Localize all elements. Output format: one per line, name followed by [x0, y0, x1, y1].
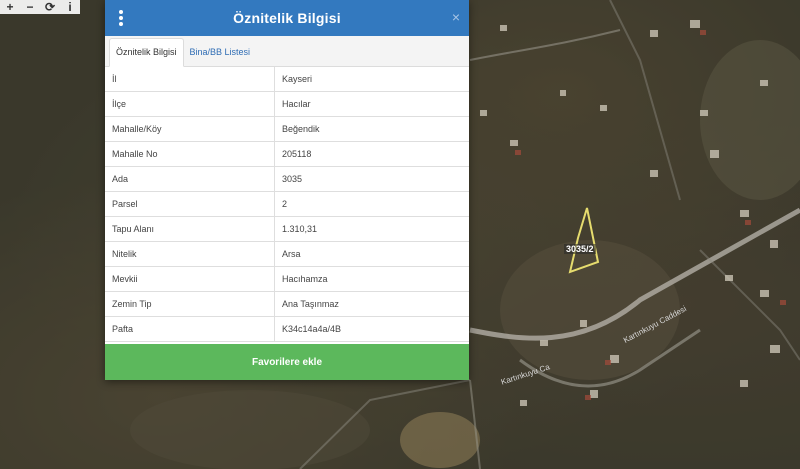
tab-building-list[interactable]: Bina/BB Listesi: [184, 39, 257, 66]
close-icon[interactable]: ×: [452, 9, 460, 25]
row-value: Ana Taşınmaz: [274, 291, 469, 317]
table-row: Ada 3035: [105, 166, 469, 192]
row-key: İl: [105, 67, 275, 92]
map-toolbar: + − ⟳ i: [0, 0, 80, 14]
table-row: İl Kayseri: [105, 67, 469, 92]
row-value: 3035: [274, 166, 469, 192]
row-key: Pafta: [105, 316, 275, 342]
table-row: Nitelik Arsa: [105, 241, 469, 267]
info-icon[interactable]: i: [60, 0, 80, 14]
row-value: Hacılar: [274, 91, 469, 117]
row-key: Mahalle/Köy: [105, 116, 275, 142]
row-key: Tapu Alanı: [105, 216, 275, 242]
table-row: Tapu Alanı 1.310,31: [105, 216, 469, 242]
table-row: Parsel 2: [105, 191, 469, 217]
row-value: Arsa: [274, 241, 469, 267]
parcel-label: 3035/2: [564, 244, 596, 254]
attribute-dialog: Öznitelik Bilgisi × Öznitelik Bilgisi Bi…: [105, 0, 469, 380]
row-value: Hacıhamza: [274, 266, 469, 292]
row-key: Ada: [105, 166, 275, 192]
row-value: K34c14a4a/4B: [274, 316, 469, 342]
tab-attribute-info[interactable]: Öznitelik Bilgisi: [109, 38, 184, 67]
zoom-in-button[interactable]: +: [0, 0, 20, 14]
table-row: Mahalle No 205118: [105, 141, 469, 167]
table-row: Mahalle/Köy Beğendik: [105, 116, 469, 142]
row-value: 205118: [274, 141, 469, 167]
tab-bar: Öznitelik Bilgisi Bina/BB Listesi: [105, 36, 469, 67]
zoom-out-button[interactable]: −: [20, 0, 40, 14]
row-key: Mevkii: [105, 266, 275, 292]
row-key: Zemin Tip: [105, 291, 275, 317]
row-value: Kayseri: [274, 67, 469, 92]
table-row: İlçe Hacılar: [105, 91, 469, 117]
row-value: Beğendik: [274, 116, 469, 142]
table-row: Zemin Tip Ana Taşınmaz: [105, 291, 469, 317]
row-value: 2: [274, 191, 469, 217]
row-value: 1.310,31: [274, 216, 469, 242]
row-key: Nitelik: [105, 241, 275, 267]
table-row: Mevkii Hacıhamza: [105, 266, 469, 292]
row-key: Mahalle No: [105, 141, 275, 167]
table-row: Pafta K34c14a4a/4B: [105, 316, 469, 342]
more-vertical-icon[interactable]: [117, 10, 125, 26]
dialog-title: Öznitelik Bilgisi: [233, 10, 341, 26]
add-to-favorites-button[interactable]: Favorilere ekle: [105, 344, 469, 380]
row-key: İlçe: [105, 91, 275, 117]
row-key: Parsel: [105, 191, 275, 217]
refresh-icon[interactable]: ⟳: [40, 0, 60, 14]
dialog-header: Öznitelik Bilgisi ×: [105, 0, 469, 36]
attribute-table: İl Kayseri İlçe Hacılar Mahalle/Köy Beğe…: [105, 67, 469, 342]
